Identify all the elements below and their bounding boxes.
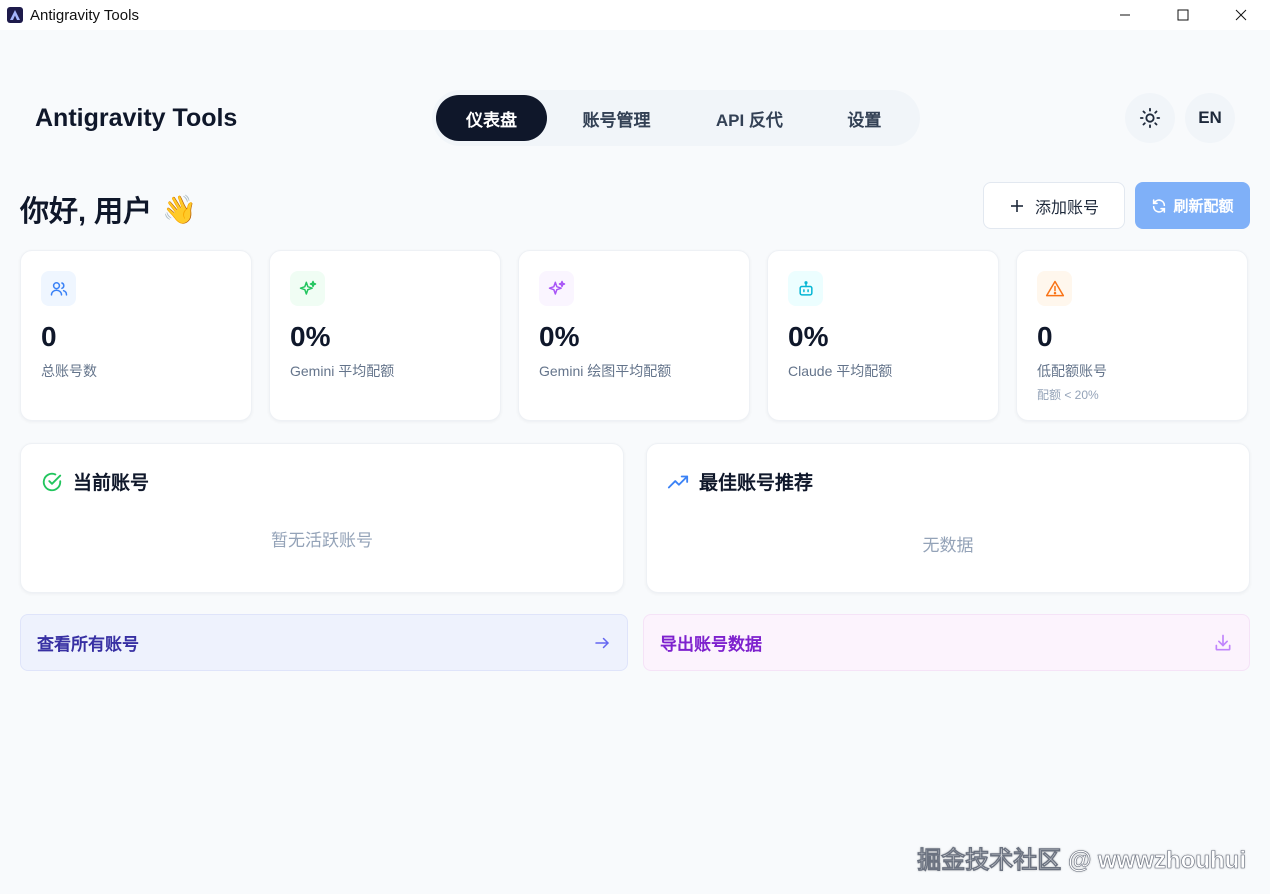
current-account-panel: 当前账号 暂无活跃账号 xyxy=(20,443,624,593)
tab-dashboard[interactable]: 仪表盘 xyxy=(436,95,548,141)
users-icon xyxy=(41,271,76,306)
watermark: 掘金技术社区 @ wwwzhouhui xyxy=(917,847,1246,875)
stat-label: Gemini 平均配额 xyxy=(290,363,395,379)
minimize-icon xyxy=(1120,14,1130,16)
stat-value: 0 xyxy=(41,321,57,352)
sun-icon xyxy=(1139,107,1161,129)
window-title: Antigravity Tools xyxy=(30,6,139,24)
stat-card-total-accounts: 0 总账号数 xyxy=(20,250,252,421)
refresh-quota-label: 刷新配额 xyxy=(1173,198,1234,215)
sparkles-icon xyxy=(290,271,325,306)
window-titlebar: Antigravity Tools xyxy=(0,0,1270,30)
current-account-empty: 暂无活跃账号 xyxy=(271,531,373,550)
view-all-accounts-label: 查看所有账号 xyxy=(37,635,139,654)
stat-card-gemini-image-quota: 0% Gemini 绘图平均配额 xyxy=(518,250,750,421)
wave-emoji-icon: 👋 xyxy=(162,193,197,225)
best-account-title: 最佳账号推荐 xyxy=(699,473,814,494)
theme-toggle-button[interactable] xyxy=(1125,93,1175,143)
refresh-icon xyxy=(1153,198,1166,213)
tab-accounts[interactable]: 账号管理 xyxy=(547,95,686,141)
stat-label: 总账号数 xyxy=(41,363,97,379)
stat-card-low-quota: 0 低配额账号 配额 < 20% xyxy=(1016,250,1248,421)
bot-icon xyxy=(788,271,823,306)
stat-label: Gemini 绘图平均配额 xyxy=(539,363,672,379)
best-account-empty: 无数据 xyxy=(922,536,974,555)
stat-value: 0 xyxy=(1037,321,1053,352)
close-button[interactable] xyxy=(1212,0,1270,30)
add-account-button[interactable]: 添加账号 xyxy=(983,182,1125,229)
brand-title: Antigravity Tools xyxy=(35,104,238,132)
app-logo-icon xyxy=(7,7,23,23)
stat-card-claude-quota: 0% Claude 平均配额 xyxy=(767,250,999,421)
main-nav: 仪表盘 账号管理 API 反代 设置 xyxy=(432,90,920,146)
tab-api-proxy[interactable]: API 反代 xyxy=(686,95,813,141)
greeting: 你好, 用户 👋 xyxy=(20,188,197,230)
stat-label: Claude 平均配额 xyxy=(788,363,893,379)
trending-up-icon xyxy=(667,475,689,488)
maximize-icon xyxy=(1177,9,1189,21)
view-all-accounts-link[interactable]: 查看所有账号 xyxy=(20,614,628,671)
language-button[interactable]: EN xyxy=(1185,93,1235,143)
export-accounts-label: 导出账号数据 xyxy=(660,635,762,654)
stat-value: 0% xyxy=(539,321,580,352)
current-account-title: 当前账号 xyxy=(73,473,150,494)
plus-icon xyxy=(1010,199,1023,212)
maximize-button[interactable] xyxy=(1154,0,1212,30)
minimize-button[interactable] xyxy=(1096,0,1154,30)
best-account-panel: 最佳账号推荐 无数据 xyxy=(646,443,1250,593)
stat-label: 低配额账号 xyxy=(1037,363,1107,379)
greeting-text: 你好, 用户 xyxy=(20,196,153,228)
sparkles-icon xyxy=(539,271,574,306)
warning-icon xyxy=(1037,271,1072,306)
add-account-label: 添加账号 xyxy=(1034,199,1099,217)
check-circle-icon xyxy=(42,472,62,491)
stat-value: 0% xyxy=(290,321,331,352)
export-accounts-link[interactable]: 导出账号数据 xyxy=(643,614,1250,671)
language-label: EN xyxy=(1198,108,1222,127)
close-icon xyxy=(1235,9,1247,21)
refresh-quota-button[interactable]: 刷新配额 xyxy=(1135,182,1250,229)
arrow-right-icon xyxy=(595,637,609,648)
stat-value: 0% xyxy=(788,321,829,352)
download-icon xyxy=(1215,634,1231,650)
stat-sublabel: 配额 < 20% xyxy=(1037,388,1099,402)
stat-card-gemini-quota: 0% Gemini 平均配额 xyxy=(269,250,501,421)
tab-settings[interactable]: 设置 xyxy=(813,95,916,141)
